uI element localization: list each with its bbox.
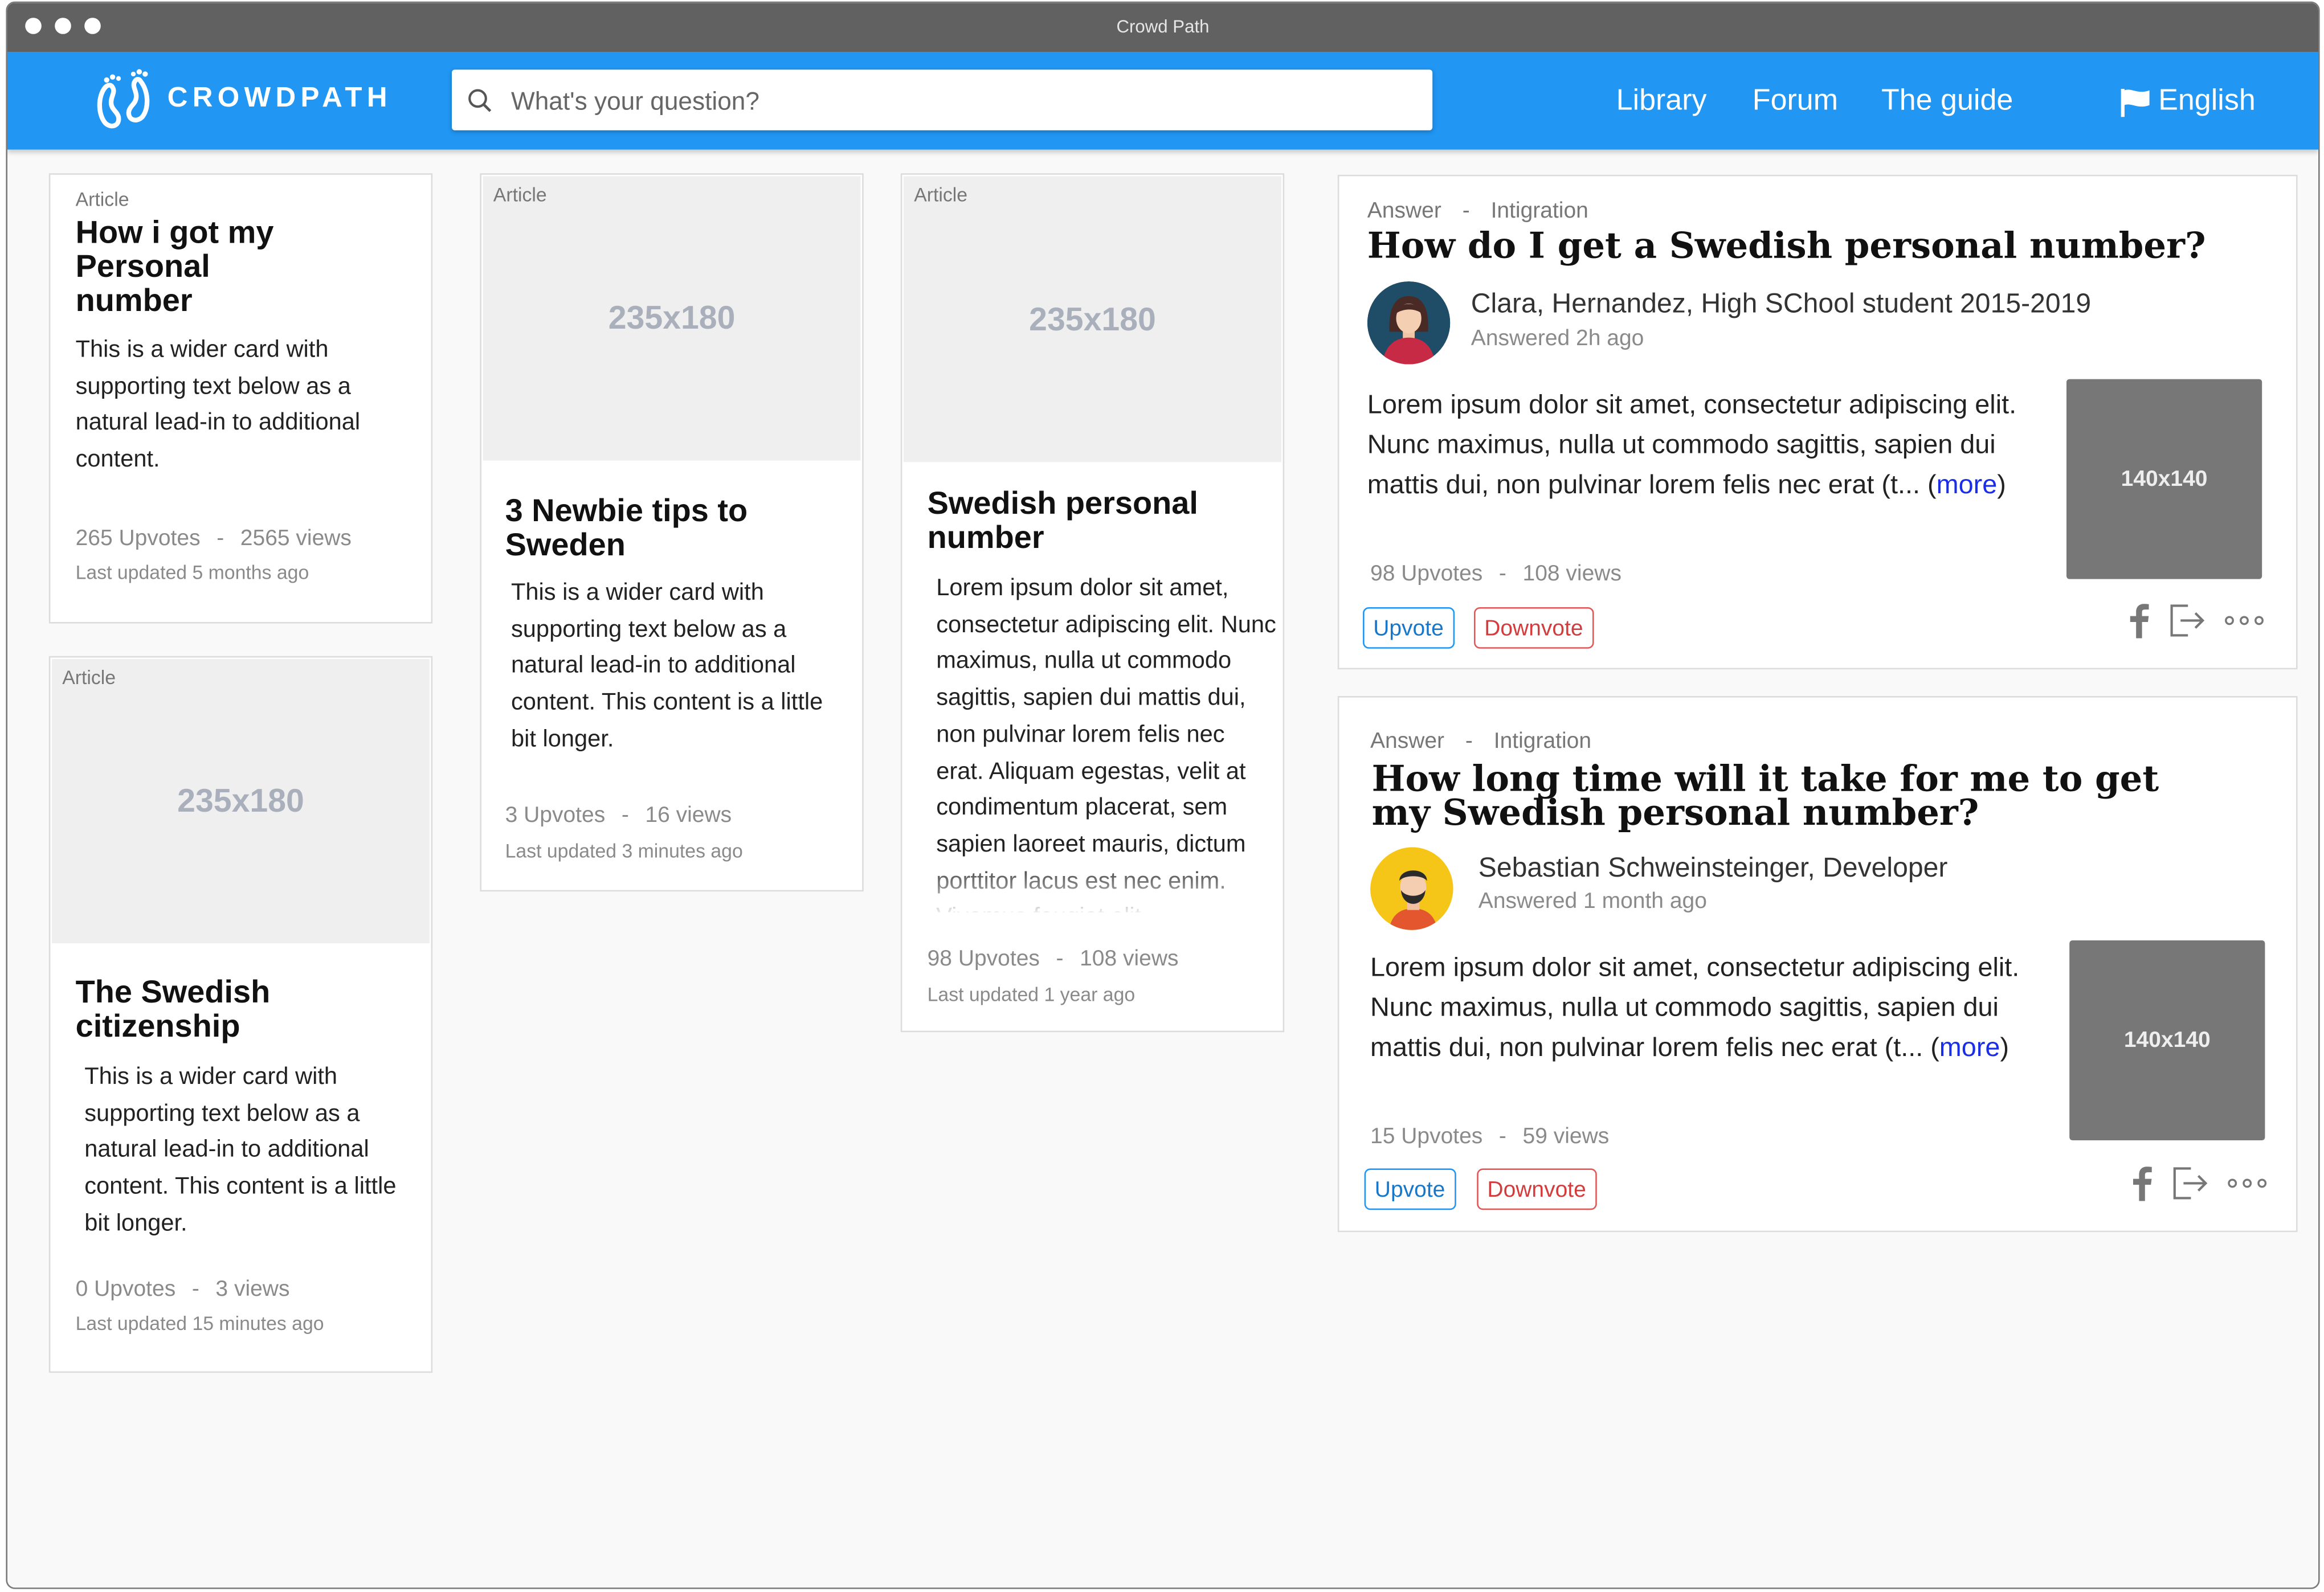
brand-name: CROWDPATH [167,83,392,114]
article-image[interactable]: 235x180 [52,659,430,944]
article-image[interactable]: 235x180 [483,176,861,461]
search-input[interactable] [508,69,1418,133]
last-updated: Last updated 15 minutes ago [75,1312,324,1335]
article-stats: 265 Upvotes -2565 views [75,525,352,551]
answer-card-processing-time[interactable]: Answer - Intigration How long time will … [1337,696,2298,1233]
answer-image[interactable]: 140x140 [2069,940,2265,1140]
language-label: English [2158,84,2256,117]
article-stats: 98 Upvotes -108 views [927,946,1179,972]
author-name[interactable]: Sebastian Schweinsteinger, Developer [1478,852,1948,884]
article-badge: Article [62,666,116,689]
article-badge: Article [75,188,129,211]
facebook-icon[interactable] [2131,1165,2152,1201]
answer-stats: 98 Upvotes -108 views [1370,561,1622,587]
search-bar[interactable] [452,69,1433,133]
article-card-swedish-personal-number[interactable]: 235x180 Article Swedish personal number … [900,173,1285,1033]
answer-category[interactable]: Intigration [1491,198,1588,223]
answer-image[interactable]: 140x140 [2066,379,2262,579]
flag-icon [2121,88,2150,117]
question-title[interactable]: How do I get a Swedish personal number? [1367,227,2286,263]
article-title[interactable]: The Swedish citizenship [76,975,328,1044]
man-avatar-icon [1370,847,1453,930]
article-title[interactable]: 3 Newbie tips to Sweden [505,494,757,563]
answer-type: Answer [1367,198,1441,224]
top-navbar: CROWDPATH Library Forum The guide Englis… [7,52,2318,150]
article-image[interactable]: 235x180 [904,176,1281,463]
share-icon[interactable] [2167,601,2206,640]
answer-text: Lorem ipsum dolor sit amet, consectetur … [1370,952,2020,1062]
window-title: Crowd Path [1116,16,1210,37]
answer-meta: Answer - Intigration [1367,198,1588,224]
article-title[interactable]: How i got my Personal number [76,215,313,318]
last-updated: Last updated 1 year ago [927,983,1136,1006]
answered-time: Answered 1 month ago [1478,889,1707,914]
article-text: This is a wider card with supporting tex… [510,580,823,752]
article-text: Lorem ipsum dolor sit amet, consectetur … [936,576,1276,912]
upvote-count: 0 Upvotes [75,1276,176,1302]
view-count: 108 views [1522,561,1622,587]
article-badge: Article [493,183,547,206]
article-text: This is a wider card with supporting tex… [75,337,361,473]
more-icon[interactable] [2224,615,2265,627]
upvote-button[interactable]: Upvote [1364,1168,1456,1210]
share-icon[interactable] [2170,1164,2209,1203]
answer-text: Lorem ipsum dolor sit amet, consectetur … [1367,389,2017,499]
view-count: 59 views [1522,1124,1610,1149]
view-count: 2565 views [240,525,352,551]
article-card-newbie-tips[interactable]: 235x180 Article 3 Newbie tips to Sweden … [480,173,864,892]
search-icon [468,89,492,112]
nav-guide-link[interactable]: The guide [1881,84,2013,118]
share-actions [2129,601,2265,640]
last-updated: Last updated 5 months ago [75,561,309,584]
facebook-icon[interactable] [2129,603,2149,639]
article-stats: 0 Upvotes -3 views [75,1276,290,1302]
answer-category[interactable]: Intigration [1494,729,1591,754]
answered-time: Answered 2h ago [1471,326,1644,351]
title-bar: Crowd Path [7,3,2318,52]
article-card-swedish-citizenship[interactable]: 235x180 Article The Swedish citizenship … [48,656,433,1373]
woman-avatar-icon [1367,281,1451,365]
article-title[interactable]: Swedish personal number [928,486,1224,555]
upvote-button[interactable]: Upvote [1363,607,1454,649]
view-count: 108 views [1080,946,1179,972]
footprints-logo-icon [97,69,150,129]
article-stats: 3 Upvotes -16 views [505,803,732,828]
upvote-count: 15 Upvotes [1370,1124,1483,1149]
last-updated: Last updated 3 minutes ago [505,840,743,862]
brand-logo[interactable]: CROWDPATH [93,67,392,132]
question-title[interactable]: How long time will it take for me to get… [1372,760,2172,830]
downvote-button[interactable]: Downvote [1474,607,1594,649]
share-actions [2131,1164,2268,1203]
author-name[interactable]: Clara, Hernandez, High SChool student 20… [1471,287,2091,320]
article-badge: Article [914,183,968,206]
article-text: This is a wider card with supporting tex… [84,1065,397,1237]
answer-meta: Answer - Intigration [1370,729,1592,754]
downvote-button[interactable]: Downvote [1477,1168,1597,1210]
upvote-count: 3 Upvotes [505,803,606,828]
more-link[interactable]: more [1937,469,1998,498]
view-count: 16 views [645,803,732,828]
author-avatar[interactable] [1370,847,1453,930]
answer-stats: 15 Upvotes -59 views [1370,1124,1610,1149]
language-selector[interactable]: English [2120,84,2256,118]
upvote-count: 98 Upvotes [1370,561,1483,587]
answer-type: Answer [1370,729,1445,754]
author-avatar[interactable] [1367,281,1451,365]
more-icon[interactable] [2227,1177,2268,1189]
nav-library-link[interactable]: Library [1616,84,1707,118]
nav-forum-link[interactable]: Forum [1753,84,1838,118]
more-link[interactable]: more [1939,1032,2000,1061]
article-card-personal-number[interactable]: Article How i got my Personal number Thi… [48,173,433,624]
app-window: Crowd Path CROWDPATH Library Forum The g… [6,1,2320,1589]
upvote-count: 265 Upvotes [75,525,201,551]
answer-card-personal-number[interactable]: Answer - Intigration How do I get a Swed… [1337,174,2298,670]
view-count: 3 views [215,1276,290,1302]
upvote-count: 98 Upvotes [927,946,1040,972]
